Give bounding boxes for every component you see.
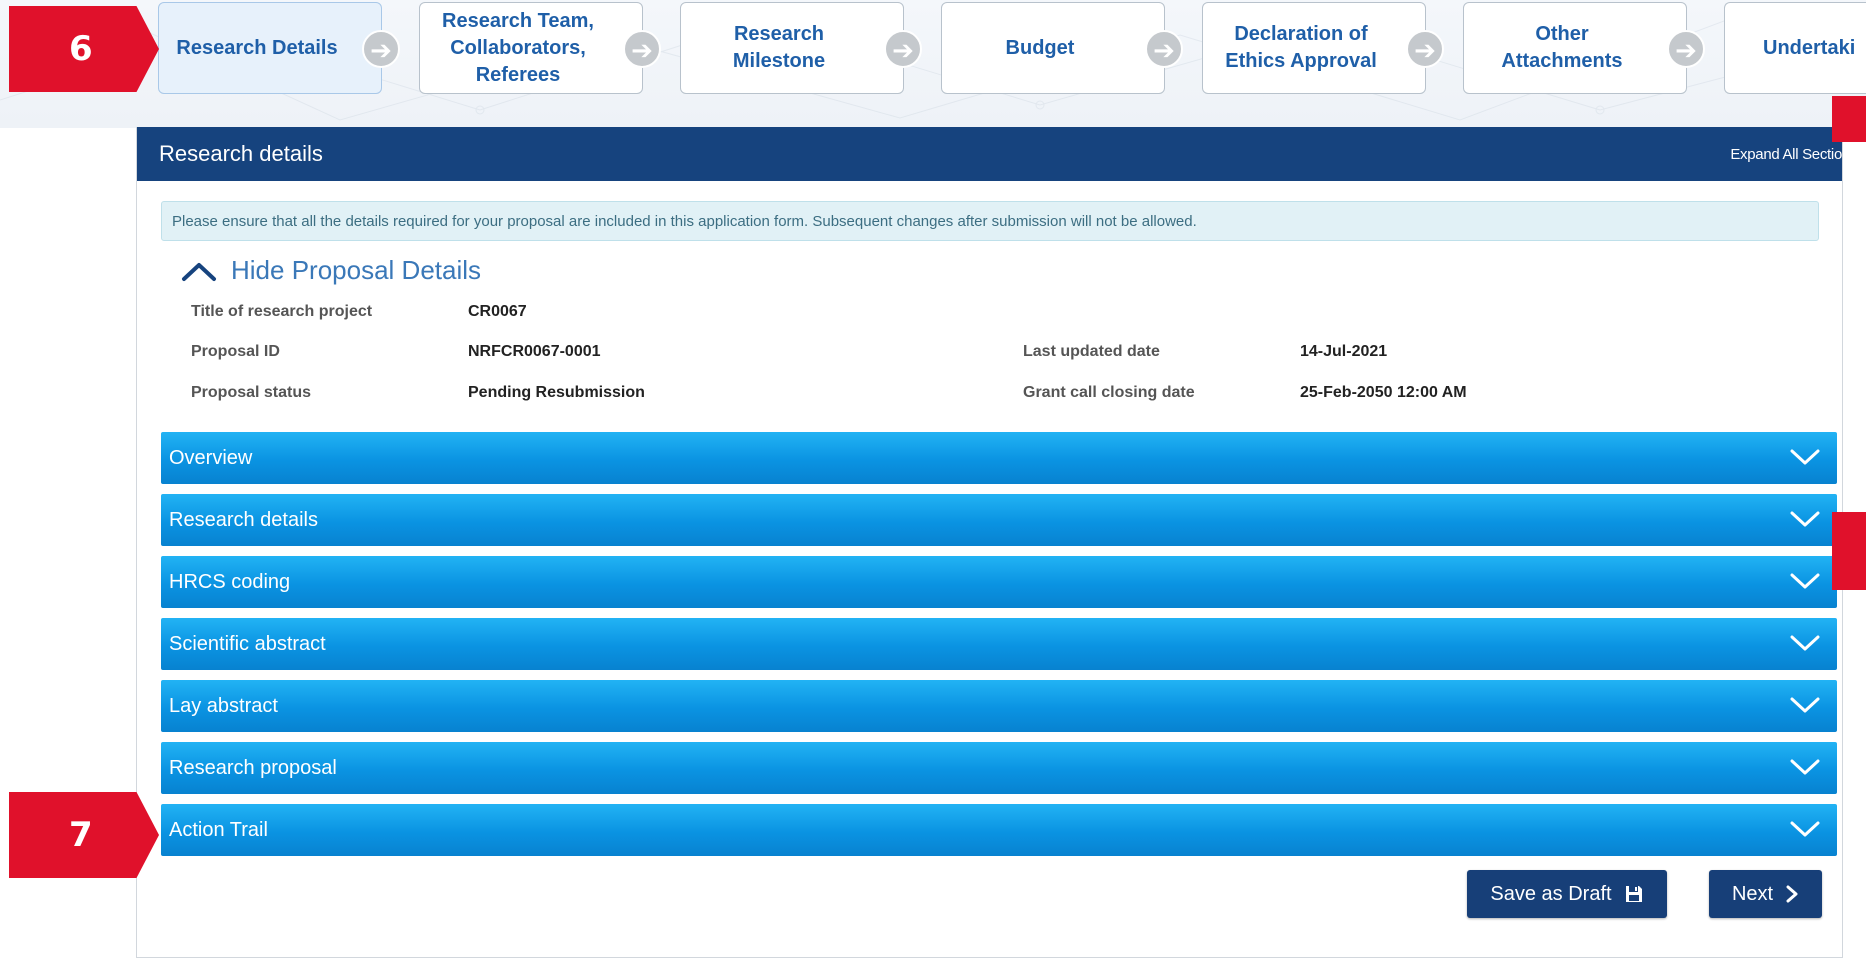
step-label: Research Details bbox=[176, 36, 338, 59]
floppy-disk-icon bbox=[1625, 886, 1642, 902]
toggle-label: Hide Proposal Details bbox=[231, 255, 482, 285]
section-overview[interactable]: Overview bbox=[161, 432, 1837, 484]
title-value: CR0067 bbox=[468, 303, 527, 320]
section-label: Research proposal bbox=[169, 756, 337, 779]
chevron-down-icon bbox=[1790, 635, 1820, 651]
edge-marker bbox=[1832, 512, 1866, 590]
section-scientific-abstract[interactable]: Scientific abstract bbox=[161, 618, 1837, 670]
section-label: Lay abstract bbox=[169, 694, 278, 717]
hide-proposal-details-toggle[interactable]: Hide Proposal Details bbox=[181, 255, 481, 286]
step-research-team[interactable]: Research Team, Collaborators, Referees ➔ bbox=[419, 2, 661, 94]
save-as-draft-button[interactable]: Save as Draft bbox=[1467, 870, 1667, 918]
step-label: Research Team, Collaborators, Referees bbox=[442, 9, 594, 86]
step-label: Budget bbox=[1005, 36, 1075, 59]
section-research-proposal[interactable]: Research proposal bbox=[161, 742, 1837, 794]
title-label: Title of research project bbox=[191, 303, 373, 320]
closing-date-value: 25-Feb-2050 12:00 AM bbox=[1300, 384, 1467, 401]
step-ethics-approval[interactable]: Declaration of Ethics Approval ➔ bbox=[1202, 2, 1444, 94]
step-label: Undertaki bbox=[1763, 36, 1856, 59]
chevron-down-icon bbox=[1790, 573, 1820, 589]
arrow-right-circle-icon: ➔ bbox=[362, 30, 400, 68]
next-button[interactable]: Next bbox=[1709, 870, 1822, 918]
panel-title: Research details bbox=[159, 141, 323, 166]
step-label: Other Attachments bbox=[1501, 23, 1623, 72]
section-hrcs-coding[interactable]: HRCS coding bbox=[161, 556, 1837, 608]
section-label: Action Trail bbox=[169, 818, 268, 841]
section-action-trail[interactable]: Action Trail bbox=[161, 804, 1837, 856]
section-label: Overview bbox=[169, 446, 253, 469]
step-label: Research Milestone bbox=[732, 23, 826, 72]
chevron-right-icon bbox=[1786, 885, 1798, 903]
step-research-details[interactable]: Research Details ➔ bbox=[158, 2, 400, 94]
proposal-id-label: Proposal ID bbox=[191, 343, 280, 360]
callout-marker: 6 bbox=[9, 6, 159, 92]
section-research-details[interactable]: Research details bbox=[161, 494, 1837, 546]
chevron-down-icon bbox=[1790, 821, 1820, 837]
chevron-down-icon bbox=[1790, 449, 1820, 465]
last-updated-label: Last updated date bbox=[1023, 343, 1160, 360]
chevron-down-icon bbox=[1790, 759, 1820, 775]
arrow-right-circle-icon: ➔ bbox=[884, 30, 922, 68]
step-label: Declaration of Ethics Approval bbox=[1225, 23, 1377, 72]
section-label: Research details bbox=[169, 508, 318, 531]
last-updated-value: 14-Jul-2021 bbox=[1300, 343, 1388, 360]
chevron-down-icon bbox=[1790, 697, 1820, 713]
arrow-right-circle-icon: ➔ bbox=[1406, 30, 1444, 68]
proposal-id-value: NRFCR0067-0001 bbox=[468, 343, 601, 360]
arrow-right-circle-icon: ➔ bbox=[1145, 30, 1183, 68]
step-research-milestone[interactable]: Research Milestone ➔ bbox=[680, 2, 922, 94]
chevron-down-icon bbox=[1790, 511, 1820, 527]
research-details-panel: Research details Expand All Sectio Pleas… bbox=[136, 127, 1843, 958]
step-other-attachments[interactable]: Other Attachments ➔ bbox=[1463, 2, 1705, 94]
arrow-right-circle-icon: ➔ bbox=[623, 30, 661, 68]
step-undertaking[interactable]: Undertaki bbox=[1724, 2, 1866, 94]
proposal-status-label: Proposal status bbox=[191, 384, 312, 401]
edge-marker bbox=[1832, 96, 1866, 142]
arrow-right-circle-icon: ➔ bbox=[1667, 30, 1705, 68]
expand-all-sections-link[interactable]: Expand All Sectio bbox=[1730, 146, 1842, 163]
panel-header: Research details Expand All Sectio bbox=[137, 127, 1842, 181]
proposal-status-value: Pending Resubmission bbox=[468, 384, 645, 401]
next-label: Next bbox=[1731, 882, 1774, 905]
chevron-up-icon bbox=[182, 262, 216, 281]
closing-date-label: Grant call closing date bbox=[1023, 384, 1195, 401]
step-budget[interactable]: Budget ➔ bbox=[941, 2, 1183, 94]
save-as-draft-label: Save as Draft bbox=[1490, 882, 1612, 905]
callout-marker: 7 bbox=[9, 792, 159, 878]
section-label: Scientific abstract bbox=[169, 632, 326, 655]
section-lay-abstract[interactable]: Lay abstract bbox=[161, 680, 1837, 732]
section-label: HRCS coding bbox=[169, 570, 291, 593]
info-notice: Please ensure that all the details requi… bbox=[161, 201, 1819, 241]
